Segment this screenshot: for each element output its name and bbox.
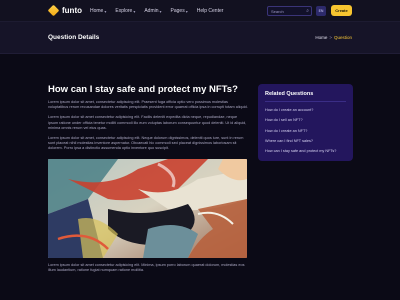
search-icon[interactable]: ⌕	[306, 8, 309, 14]
related-questions-panel: Related Questions How do I create an acc…	[258, 84, 353, 161]
nav-label: Home	[90, 8, 104, 14]
abstract-painting-image	[48, 158, 247, 258]
breadcrumb-separator: >	[329, 35, 332, 40]
nav-item-admin[interactable]: Admin ▾	[144, 8, 161, 14]
language-button[interactable]: EN	[316, 6, 326, 16]
question-paragraph: Lorem ipsum dolor sit amet consectetur a…	[48, 262, 245, 272]
main-nav: Home ▾ Explore ▾ Admin ▾ Pages ▾ Help Center	[90, 0, 223, 22]
divider	[265, 101, 346, 102]
brand-name: funto	[62, 6, 82, 15]
brand-logo[interactable]: funto	[47, 4, 82, 17]
page-title: Question Details	[48, 34, 100, 41]
nav-item-pages[interactable]: Pages ▾	[171, 8, 188, 14]
logo-icon	[47, 4, 60, 17]
chevron-down-icon: ▾	[133, 8, 136, 14]
related-question-link[interactable]: How do I create an NFT?	[265, 126, 346, 136]
question-content: How can I stay safe and protect my NFTs?…	[48, 84, 248, 273]
chevron-down-icon: ▾	[159, 8, 162, 14]
nav-label: Explore	[115, 8, 133, 14]
nav-label: Help Center	[196, 8, 224, 14]
related-question-link[interactable]: How do I sell an NFT?	[265, 115, 346, 125]
create-button[interactable]: Create	[331, 5, 352, 16]
top-navbar: funto Home ▾ Explore ▾ Admin ▾ Pages ▾ Help …	[0, 0, 400, 22]
search-input[interactable]: Search	[271, 9, 284, 14]
nav-item-explore[interactable]: Explore ▾	[115, 8, 135, 14]
question-paragraph: Lorem ipsum dolor sit amet, consectetur …	[48, 136, 244, 151]
question-title: How can I stay safe and protect my NFTs?	[48, 84, 238, 95]
related-question-link[interactable]: How do I create an account?	[265, 105, 346, 115]
breadcrumb-current: Question	[333, 35, 352, 40]
related-questions-list: How do I create an account? How do I sel…	[265, 105, 346, 156]
nav-item-help-center[interactable]: Help Center	[197, 8, 224, 14]
artwork-image	[48, 158, 247, 258]
nav-label: Admin	[144, 8, 159, 14]
related-question-link[interactable]: How can I stay safe and protect my NFTs?	[265, 146, 346, 156]
breadcrumb: Home > Question	[315, 35, 352, 40]
chevron-down-icon: ▾	[185, 8, 188, 14]
question-paragraph: Lorem ipsum dolor sit amet consectetur a…	[48, 115, 247, 130]
nav-label: Pages	[170, 8, 185, 14]
nav-item-home[interactable]: Home ▾	[90, 8, 106, 14]
related-question-link[interactable]: Where can I find NFT sales?	[265, 136, 346, 146]
chevron-down-icon: ▾	[104, 8, 107, 14]
related-questions-title: Related Questions	[265, 91, 314, 97]
page-header: Question Details Home > Question	[0, 22, 400, 54]
breadcrumb-home[interactable]: Home	[315, 35, 327, 40]
search-box[interactable]: Search ⌕	[267, 6, 312, 16]
question-paragraph: Lorem ipsum dolor sit amet, consectetur …	[48, 100, 248, 110]
